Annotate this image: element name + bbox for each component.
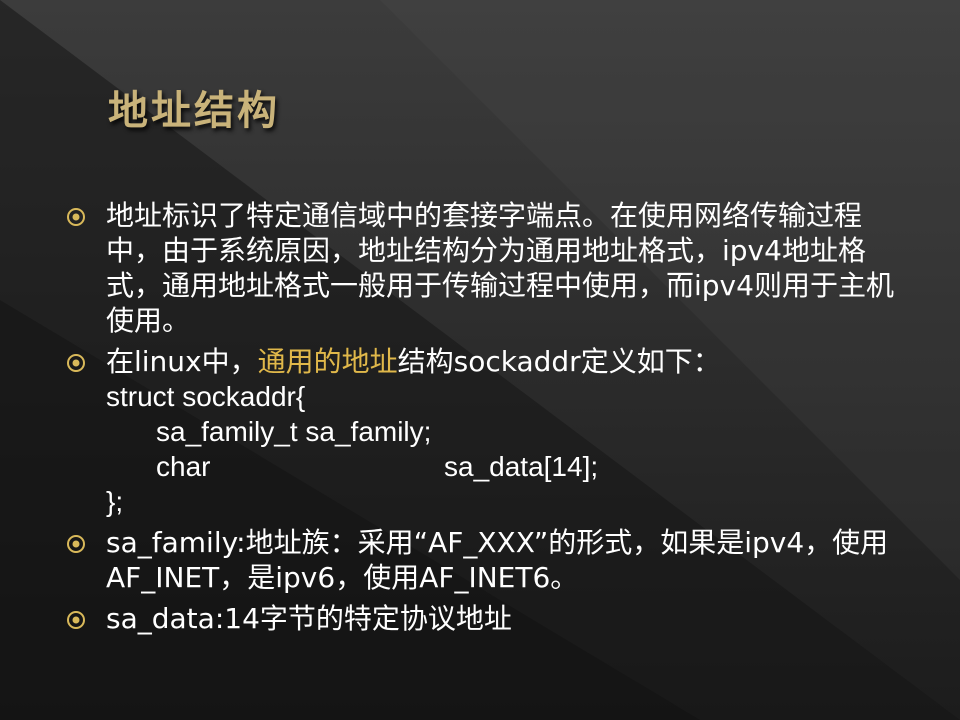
code-line: sa_family_t sa_family; bbox=[156, 416, 432, 447]
slide: 地址结构 地址标识了特定通信域中的套接字端点。在使用网络传输过程中，由于系统原因… bbox=[0, 0, 960, 720]
bullet-item-sa-family: sa_family:地址族：采用“AF_XXX”的形式，如果是ipv4，使用AF… bbox=[64, 525, 914, 595]
bullet-text-prefix: 在linux中， bbox=[106, 345, 258, 378]
bullet-text: sa_data:14字节的特定协议地址 bbox=[106, 602, 512, 635]
code-line: char sa_data[14]; bbox=[106, 449, 914, 484]
bullet-item-sa-data: sa_data:14字节的特定协议地址 bbox=[64, 601, 914, 636]
bullet-text-suffix: 结构sockaddr定义如下： bbox=[397, 345, 721, 378]
circle-dot-bullet-icon bbox=[67, 611, 85, 629]
code-block: struct sockaddr{ sa_family_t sa_family; … bbox=[106, 379, 914, 519]
slide-title: 地址结构 bbox=[108, 87, 280, 134]
bullet-list: 地址标识了特定通信域中的套接字端点。在使用网络传输过程中，由于系统原因，地址结构… bbox=[64, 198, 914, 642]
circle-dot-bullet-icon bbox=[67, 535, 85, 553]
code-line: }; bbox=[106, 486, 124, 517]
code-type: char bbox=[156, 451, 211, 482]
bullet-text: sa_family:地址族：采用“AF_XXX”的形式，如果是ipv4，使用AF… bbox=[106, 526, 889, 594]
bullet-item-sockaddr: 在linux中，通用的地址结构sockaddr定义如下： struct sock… bbox=[64, 344, 914, 519]
circle-dot-bullet-icon bbox=[67, 354, 85, 372]
bullet-item-address-definition: 地址标识了特定通信域中的套接字端点。在使用网络传输过程中，由于系统原因，地址结构… bbox=[64, 198, 914, 338]
code-field: sa_data[14]; bbox=[444, 451, 599, 482]
circle-dot-bullet-icon bbox=[67, 208, 85, 226]
bullet-text: 地址标识了特定通信域中的套接字端点。在使用网络传输过程中，由于系统原因，地址结构… bbox=[106, 199, 894, 337]
highlighted-text: 通用的地址 bbox=[257, 345, 398, 378]
code-line: struct sockaddr{ bbox=[106, 381, 306, 412]
